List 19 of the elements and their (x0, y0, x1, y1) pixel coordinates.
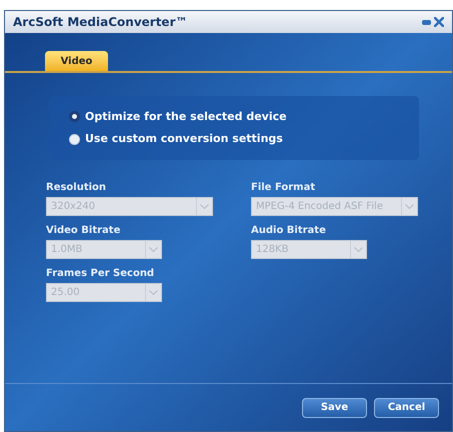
chevron-down-icon (200, 204, 209, 209)
minimize-icon[interactable] (422, 20, 431, 24)
chevron-down-icon (405, 204, 414, 209)
field-label: File Format (251, 181, 316, 195)
field-label: Resolution (46, 181, 108, 195)
window-title: ArcSoft MediaConverter™ (13, 14, 188, 31)
dialog-button[interactable]: Save (302, 398, 367, 418)
radio-label: Use custom conversion settings (85, 131, 283, 147)
radio-button[interactable] (69, 111, 80, 122)
close-icon[interactable] (434, 17, 444, 27)
field-label: Audio Bitrate (251, 224, 327, 238)
chevron-down-icon (149, 247, 158, 252)
dialog-button[interactable]: Cancel (374, 398, 439, 418)
field-label: Frames Per Second (46, 267, 156, 281)
radio-label: Optimize for the selected device (85, 108, 287, 124)
chevron-down-icon (354, 247, 363, 252)
tab[interactable]: Video (45, 51, 108, 71)
field-label: Video Bitrate (46, 224, 122, 238)
chevron-down-icon (149, 290, 158, 295)
